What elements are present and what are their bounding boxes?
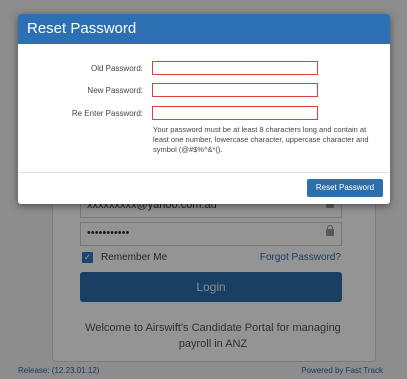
reset-password-button[interactable]: Reset Password [307,179,383,197]
reset-password-modal: Reset Password Old Password: New Passwor… [18,14,390,204]
modal-divider [18,172,390,173]
reenter-password-row: Re Enter Password: [18,106,318,120]
modal-title: Reset Password [18,14,390,44]
new-password-label: New Password: [87,85,143,95]
old-password-row: Old Password: [18,61,318,75]
new-password-row: New Password: [18,83,318,97]
old-password-label: Old Password: [90,63,143,73]
reenter-password-input[interactable] [152,106,318,120]
new-password-input[interactable] [152,83,318,97]
password-requirements-hint: Your password must be at least 8 charact… [153,125,369,154]
reenter-password-label: Re Enter Password: [71,108,143,118]
old-password-input[interactable] [152,61,318,75]
